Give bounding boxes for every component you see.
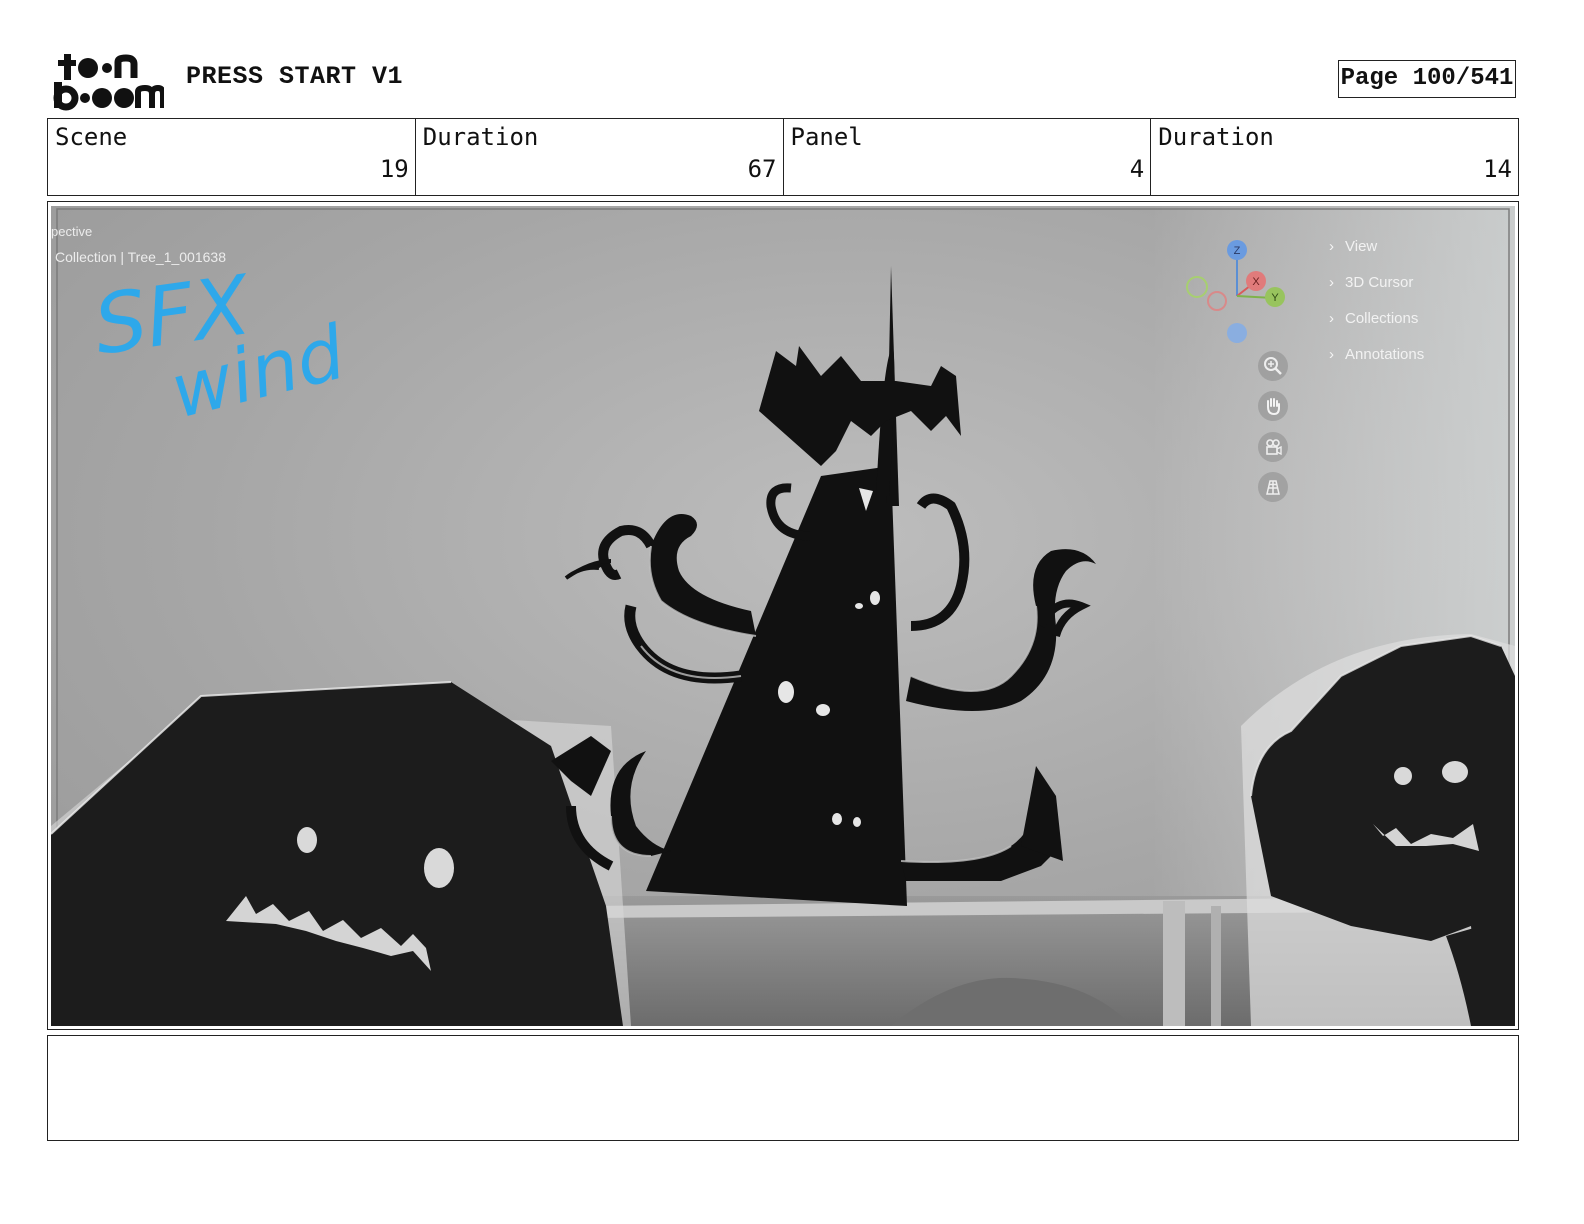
panel-cell: Panel 4 xyxy=(784,119,1152,195)
scene-label: Scene xyxy=(55,123,128,151)
menu-item-3d-cursor[interactable]: › 3D Cursor xyxy=(1315,264,1515,300)
menu-item-label: 3D Cursor xyxy=(1345,273,1414,291)
viewport-mode-label: pective xyxy=(51,224,92,239)
camera-icon[interactable] xyxy=(1258,432,1288,462)
menu-item-label: Annotations xyxy=(1345,345,1425,363)
panel-info-table: Scene 19 Duration 67 Panel 4 Duration 14 xyxy=(47,118,1519,196)
viewport-collection-label: Collection | Tree_1_001638 xyxy=(55,249,226,265)
page-number: Page 100/541 xyxy=(1338,60,1516,98)
chevron-right-icon: › xyxy=(1329,237,1334,255)
scene-cell: Scene 19 xyxy=(48,119,416,195)
gizmo-x-label: X xyxy=(1252,276,1260,288)
menu-item-collections[interactable]: › Collections xyxy=(1315,300,1515,336)
scene-duration-cell: Duration 67 xyxy=(416,119,784,195)
chevron-right-icon: › xyxy=(1329,309,1334,327)
panel-duration-cell: Duration 14 xyxy=(1151,119,1518,195)
chevron-right-icon: › xyxy=(1329,273,1334,291)
scene-duration-label: Duration xyxy=(422,123,539,151)
panel-notes-box[interactable] xyxy=(47,1035,1519,1141)
viewport-sidebar-menu: › View › 3D Cursor › Collections › Annotatio… xyxy=(1315,228,1515,372)
grid-icon[interactable] xyxy=(1258,472,1288,502)
chevron-right-icon: › xyxy=(1329,345,1334,363)
menu-item-label: Collections xyxy=(1345,309,1419,327)
hand-icon[interactable] xyxy=(1258,391,1288,421)
scene-value: 19 xyxy=(379,155,409,183)
gizmo-y-label: Y xyxy=(1271,292,1279,304)
panel-duration-label: Duration xyxy=(1158,123,1274,151)
scene-illustration: pective Collection | Tree_1_001638 SFX w… xyxy=(51,206,1515,1026)
panel-duration-value: 14 xyxy=(1483,155,1512,183)
menu-item-annotations[interactable]: › Annotations xyxy=(1315,336,1515,372)
menu-item-view[interactable]: › View xyxy=(1315,228,1515,264)
scene-duration-value: 67 xyxy=(747,155,777,183)
project-title: PRESS START V1 xyxy=(186,62,404,91)
panel-image: pective Collection | Tree_1_001638 SFX w… xyxy=(51,206,1515,1026)
toonboom-logo xyxy=(52,50,166,112)
panel-value: 4 xyxy=(1129,155,1145,183)
menu-item-label: View xyxy=(1345,237,1378,255)
panel-label: Panel xyxy=(790,123,863,151)
zoom-icon[interactable] xyxy=(1258,351,1288,381)
gizmo-z-label: Z xyxy=(1234,245,1241,257)
